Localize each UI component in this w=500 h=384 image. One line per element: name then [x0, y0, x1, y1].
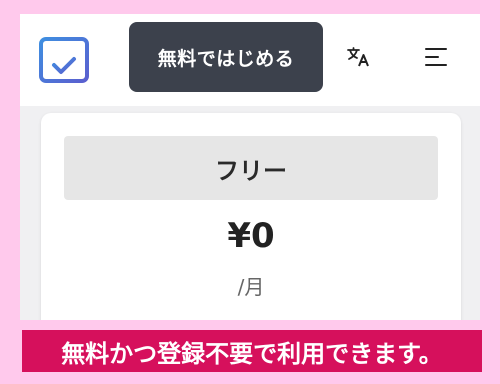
caption-banner: 無料かつ登録不要で利用できます。	[22, 330, 482, 372]
plan-period: /月	[237, 275, 265, 299]
calendar-check-icon[interactable]	[36, 30, 92, 86]
start-free-button[interactable]: 無料ではじめる	[129, 22, 323, 92]
app-header: 無料ではじめる	[20, 14, 480, 106]
plan-price: ¥0	[227, 216, 275, 256]
app-frame: 無料ではじめる フリー ¥0 /月	[20, 14, 480, 320]
pricing-card: フリー ¥0 /月	[41, 113, 461, 320]
plan-name: フリー	[64, 136, 438, 200]
menu-icon[interactable]	[424, 46, 448, 68]
translate-icon[interactable]	[347, 45, 371, 69]
